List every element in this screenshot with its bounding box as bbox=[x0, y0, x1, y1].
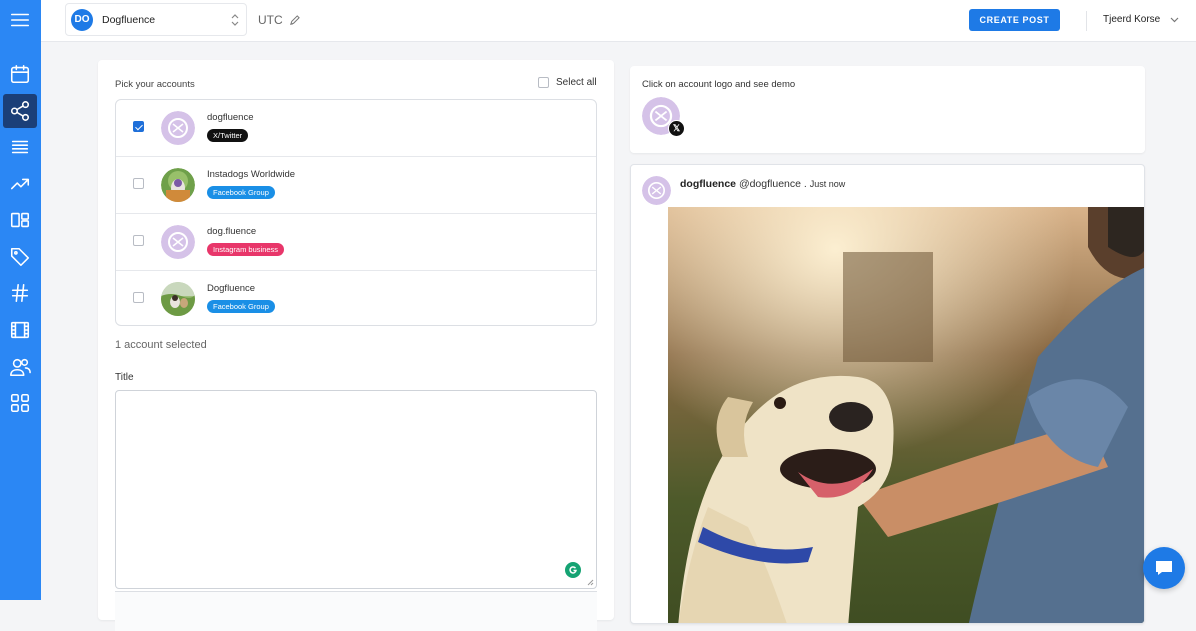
account-checkbox[interactable] bbox=[133, 178, 144, 189]
list-icon[interactable] bbox=[3, 130, 37, 164]
chevron-down-icon bbox=[1170, 17, 1179, 22]
account-row[interactable]: dogfluence X/Twitter bbox=[116, 100, 596, 157]
selected-count: 1 account selected bbox=[115, 339, 207, 351]
title-textarea[interactable] bbox=[115, 390, 597, 589]
account-row[interactable]: Dogfluence Facebook Group bbox=[116, 271, 596, 325]
share-icon[interactable] bbox=[3, 94, 37, 128]
preview-handle: @dogfluence bbox=[738, 178, 801, 190]
account-name: Instadogs Worldwide bbox=[207, 169, 296, 180]
account-avatar[interactable] bbox=[161, 111, 195, 145]
pencil-icon bbox=[289, 14, 300, 25]
chat-widget-button[interactable] bbox=[1143, 547, 1185, 589]
preview-separator: . bbox=[803, 178, 807, 190]
trending-up-icon[interactable] bbox=[3, 167, 37, 201]
sidebar bbox=[0, 0, 41, 600]
account-row[interactable]: Instadogs Worldwide Facebook Group bbox=[116, 157, 596, 214]
chat-icon bbox=[1156, 561, 1172, 575]
post-editor-card: Pick your accounts Select all dogfluence… bbox=[98, 60, 614, 631]
workspace-name: Dogfluence bbox=[102, 13, 156, 26]
editor-toolbar bbox=[115, 591, 597, 631]
account-avatar[interactable] bbox=[161, 282, 195, 316]
account-checkbox[interactable] bbox=[133, 121, 144, 132]
select-all-checkbox[interactable]: Select all bbox=[538, 77, 597, 88]
accounts-heading: Pick your accounts bbox=[115, 79, 195, 90]
user-menu[interactable]: Tjeerd Korse bbox=[1103, 14, 1179, 25]
title-label: Title bbox=[115, 372, 134, 383]
create-post-button[interactable]: CREATE POST bbox=[969, 9, 1060, 31]
account-avatar[interactable] bbox=[161, 168, 195, 202]
preview-display-name: dogfluence bbox=[680, 178, 737, 190]
grid-icon[interactable] bbox=[3, 386, 37, 420]
grammarly-icon[interactable] bbox=[565, 562, 581, 578]
account-row[interactable]: dog.fluence Instagram business bbox=[116, 214, 596, 271]
account-name: Dogfluence bbox=[207, 283, 256, 294]
workspace-selector[interactable]: DO Dogfluence bbox=[65, 3, 247, 36]
preview-image bbox=[668, 207, 1144, 623]
top-bar: DO Dogfluence UTC CREATE POST Tjeerd Kor… bbox=[41, 0, 1196, 42]
account-name: dogfluence bbox=[207, 112, 254, 123]
tag-icon[interactable] bbox=[3, 240, 37, 274]
menu-icon[interactable] bbox=[3, 3, 37, 37]
demo-card: Click on account logo and see demo 𝕏 bbox=[630, 66, 1145, 153]
network-badge: X/Twitter bbox=[207, 129, 249, 142]
network-badge: Instagram business bbox=[207, 243, 285, 256]
x-twitter-icon: 𝕏 bbox=[668, 120, 685, 137]
post-preview-card: dogfluence @dogfluence . Just now bbox=[630, 164, 1145, 624]
account-avatar[interactable] bbox=[161, 225, 195, 259]
workspace-avatar: DO bbox=[71, 8, 93, 31]
demo-hint: Click on account logo and see demo bbox=[642, 79, 796, 90]
divider bbox=[1086, 11, 1087, 31]
timezone-selector[interactable]: UTC bbox=[258, 13, 300, 27]
select-all-label: Select all bbox=[556, 77, 597, 88]
users-icon[interactable] bbox=[3, 350, 37, 384]
account-checkbox[interactable] bbox=[133, 292, 144, 303]
account-list: dogfluence X/Twitter Instadogs Worldwide… bbox=[115, 99, 597, 326]
resize-handle-icon[interactable] bbox=[587, 579, 594, 586]
network-badge: Facebook Group bbox=[207, 300, 275, 313]
layout-icon[interactable] bbox=[3, 203, 37, 237]
preview-avatar bbox=[642, 176, 671, 205]
film-icon[interactable] bbox=[3, 313, 37, 347]
calendar-icon[interactable] bbox=[3, 57, 37, 91]
preview-header: dogfluence @dogfluence . Just now bbox=[680, 178, 845, 190]
account-name: dog.fluence bbox=[207, 226, 257, 237]
preview-time: Just now bbox=[809, 179, 846, 189]
checkbox[interactable] bbox=[538, 77, 549, 88]
hashtag-icon[interactable] bbox=[3, 276, 37, 310]
timezone-label: UTC bbox=[258, 13, 283, 27]
user-name: Tjeerd Korse bbox=[1103, 14, 1161, 25]
account-checkbox[interactable] bbox=[133, 235, 144, 246]
network-badge: Facebook Group bbox=[207, 186, 275, 199]
chevron-up-down-icon bbox=[231, 13, 239, 31]
